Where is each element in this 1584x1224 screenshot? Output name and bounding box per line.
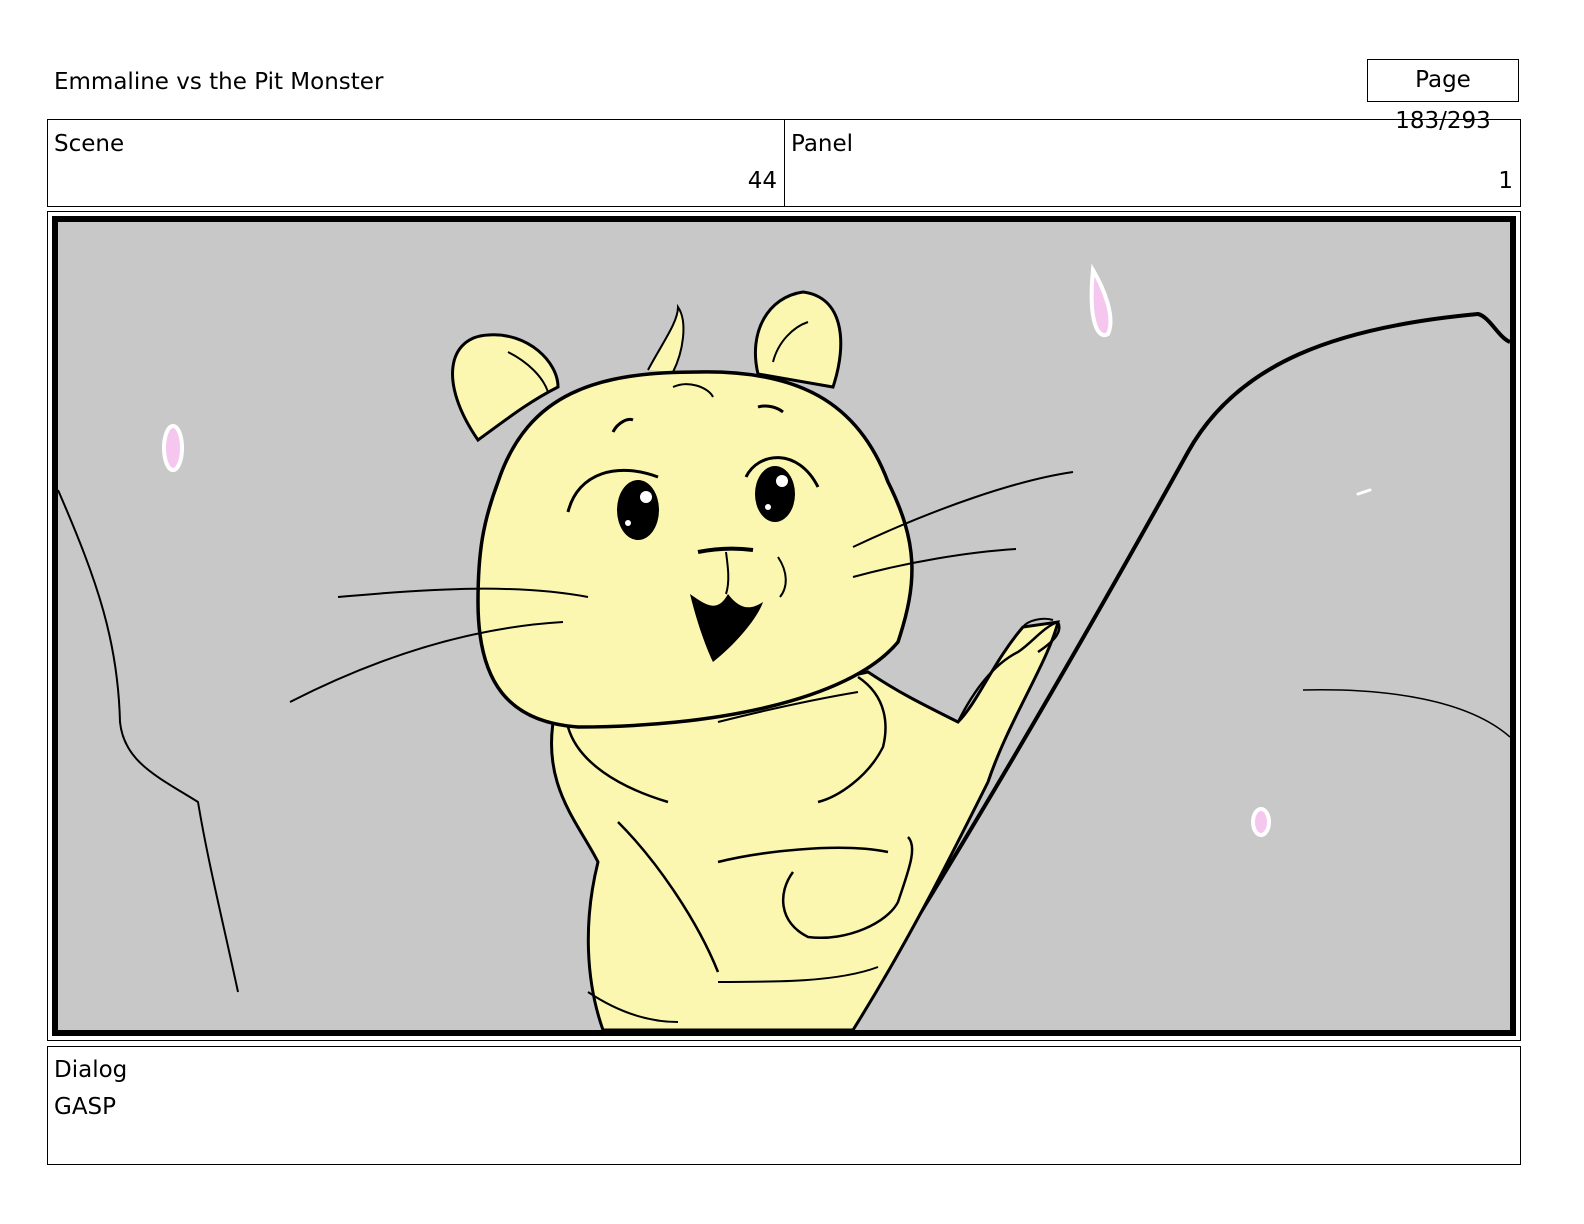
right-eye bbox=[755, 466, 795, 522]
dialog-label: Dialog bbox=[54, 1057, 128, 1083]
hamster-head bbox=[476, 370, 914, 729]
left-eye bbox=[617, 480, 659, 540]
scene-number: 44 bbox=[747, 168, 777, 194]
storyboard-frame bbox=[47, 211, 1521, 1041]
petal-3 bbox=[1251, 807, 1271, 837]
panel-cell: Panel 1 bbox=[785, 120, 1520, 206]
panel-label: Panel bbox=[791, 131, 854, 157]
dialog-text: GASP bbox=[54, 1094, 117, 1120]
hamster-illustration bbox=[58, 222, 1510, 1030]
petal-1 bbox=[162, 424, 184, 472]
page-indicator: Page 183/293 bbox=[1367, 59, 1519, 134]
storyboard-title: Emmaline vs the Pit Monster bbox=[54, 69, 384, 95]
scene-label: Scene bbox=[54, 131, 125, 157]
dialog-box: Dialog GASP bbox=[47, 1046, 1521, 1165]
scene-panel-row: Scene 44 Panel 1 bbox=[47, 119, 1521, 207]
panel-image bbox=[52, 216, 1516, 1036]
panel-number: 1 bbox=[1498, 168, 1513, 194]
scene-cell: Scene 44 bbox=[48, 120, 785, 206]
